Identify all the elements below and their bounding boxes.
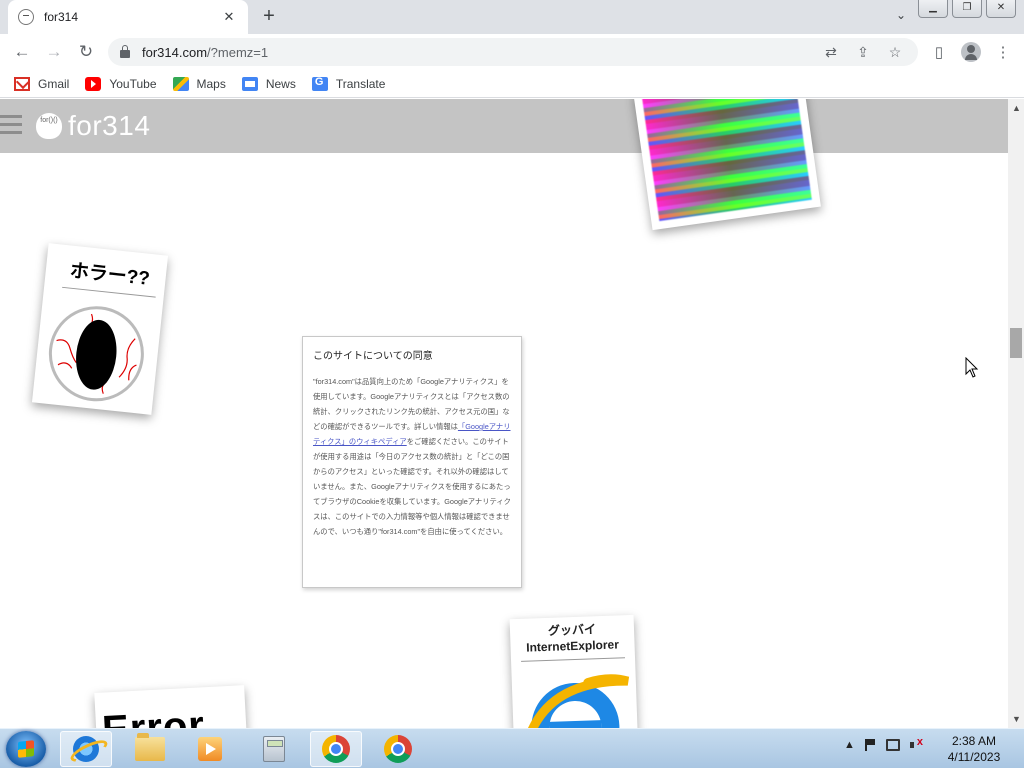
screen: for314 ✕ + ⌄ ▁ ❐ ✕ ← → ↻ for314.com/?mem… xyxy=(0,0,1024,768)
taskbar-file-explorer[interactable] xyxy=(124,731,176,767)
close-window-button[interactable]: ✕ xyxy=(986,0,1016,18)
goodbye-ie-card[interactable]: グッバイ InternetExplorer xyxy=(509,614,639,728)
bookmark-label: Translate xyxy=(335,76,386,91)
start-button[interactable] xyxy=(6,731,46,767)
hamburger-menu-icon[interactable] xyxy=(0,115,22,135)
taskbar-media-player[interactable] xyxy=(184,731,236,767)
scroll-down-arrow-icon[interactable]: ▼ xyxy=(1012,714,1021,724)
tab-strip: for314 ✕ + ⌄ ▁ ❐ ✕ xyxy=(0,0,1024,34)
taskbar-chrome-2[interactable] xyxy=(372,731,424,767)
consent-dialog: このサイトについての同意 "for314.com"は品質向上のため「Google… xyxy=(302,336,522,588)
taskbar-calculator[interactable] xyxy=(248,731,300,767)
browser-toolbar: ← → ↻ for314.com/?memz=1 ⇄ ⇪ ☆ ▯ ⋮ xyxy=(0,34,1024,70)
bookmarks-bar: Gmail YouTube Maps News Translate xyxy=(0,70,1024,98)
system-tray: ▲ xyxy=(844,736,924,751)
lock-icon[interactable] xyxy=(120,45,130,58)
rainbow-glitch-image xyxy=(642,99,812,222)
minimize-button[interactable]: ▁ xyxy=(918,0,948,18)
restore-button[interactable]: ❐ xyxy=(952,0,982,18)
translate-icon xyxy=(311,76,328,91)
url-host: for314.com xyxy=(142,44,208,60)
site-header: for()() for314 xyxy=(0,99,1008,153)
consent-text-after-link: をご確認ください。このサイトが使用する用途は「今日のアクセス数の統計」と「どこの… xyxy=(313,437,511,536)
profile-button[interactable] xyxy=(960,38,982,66)
url-text[interactable]: for314.com/?memz=1 xyxy=(142,45,268,60)
bookmark-maps[interactable]: Maps xyxy=(172,76,226,91)
internet-explorer-icon xyxy=(73,736,99,762)
taskbar-internet-explorer[interactable] xyxy=(60,731,112,767)
chrome-icon xyxy=(322,735,350,763)
youtube-icon xyxy=(85,76,102,91)
new-tab-button[interactable]: + xyxy=(258,6,280,28)
address-bar[interactable]: for314.com/?memz=1 ⇄ ⇪ ☆ xyxy=(108,38,918,66)
consent-body: "for314.com"は品質向上のため「Googleアナリティクス」を使用して… xyxy=(313,374,511,539)
clock-time: 2:38 AM xyxy=(951,734,997,748)
window-controls: ▁ ❐ ✕ xyxy=(918,0,1016,18)
taskbar-clock[interactable]: 2:38 AM 4/11/2023 xyxy=(944,733,1004,765)
tab-search-chevron-down-icon[interactable]: ⌄ xyxy=(896,8,906,22)
forward-button[interactable]: → xyxy=(38,36,70,68)
bookmark-youtube[interactable]: YouTube xyxy=(85,76,157,91)
bookmark-gmail[interactable]: Gmail xyxy=(14,76,70,91)
toolbar-right: ▯ ⋮ xyxy=(928,38,1014,66)
eyeball-icon xyxy=(48,306,144,402)
menu-icon[interactable]: ⋮ xyxy=(992,38,1014,66)
error-card[interactable]: Error xyxy=(94,685,248,728)
bookmark-label: News xyxy=(265,76,296,91)
omnibox-actions: ⇄ ⇪ ☆ xyxy=(822,43,904,61)
error-card-title: Error xyxy=(101,703,207,728)
bookmark-label: YouTube xyxy=(109,76,157,91)
card-divider xyxy=(521,657,626,662)
url-path: /?memz=1 xyxy=(207,44,269,60)
translate-icon[interactable]: ⇄ xyxy=(822,43,840,61)
bookmark-star-icon[interactable]: ☆ xyxy=(886,43,904,61)
volume-muted-icon[interactable] xyxy=(909,736,924,751)
mouse-cursor-icon xyxy=(965,357,979,378)
media-player-icon xyxy=(198,737,222,761)
share-icon[interactable]: ⇪ xyxy=(854,43,872,61)
ie-card-title-line2: InternetExplorer xyxy=(525,637,620,655)
tab-for314[interactable]: for314 ✕ xyxy=(8,0,248,34)
tab-title: for314 xyxy=(44,10,79,24)
profile-icon xyxy=(961,42,981,62)
site-favicon-icon xyxy=(18,9,34,25)
gmail-icon xyxy=(14,76,30,91)
windows-taskbar: ▲ 2:38 AM 4/11/2023 xyxy=(0,728,1024,768)
bookmark-translate[interactable]: Translate xyxy=(311,76,386,91)
bookmark-label: Maps xyxy=(196,76,226,91)
tab-close-icon[interactable]: ✕ xyxy=(220,9,238,25)
site-logo-icon[interactable]: for()() xyxy=(36,113,62,139)
rainbow-glitch-card[interactable] xyxy=(633,99,821,231)
horror-card-title: ホラー?? xyxy=(68,260,151,290)
page-viewport: for()() for314 ホラー?? このサイトについての同意 "for31… xyxy=(0,99,1008,728)
show-hidden-icons-arrow[interactable]: ▲ xyxy=(844,739,855,751)
consent-title: このサイトについての同意 xyxy=(313,351,433,362)
news-icon xyxy=(241,76,258,91)
page-scrollbar[interactable]: ▲ ▼ xyxy=(1008,99,1024,728)
side-panel-icon[interactable]: ▯ xyxy=(928,38,950,66)
clock-date: 4/11/2023 xyxy=(947,750,1001,764)
internet-explorer-icon xyxy=(523,674,630,728)
file-explorer-icon xyxy=(135,733,165,761)
scrollbar-thumb[interactable] xyxy=(1010,328,1022,358)
scroll-up-arrow-icon[interactable]: ▲ xyxy=(1012,103,1021,113)
bookmark-label: Gmail xyxy=(38,76,70,91)
network-icon[interactable] xyxy=(885,739,900,751)
horror-card[interactable]: ホラー?? xyxy=(31,243,169,415)
action-center-flag-icon[interactable] xyxy=(864,739,876,751)
maps-icon xyxy=(172,76,189,91)
taskbar-chrome-1[interactable] xyxy=(310,731,362,767)
chrome-icon xyxy=(384,735,412,763)
calculator-icon xyxy=(263,736,285,762)
site-logo-text[interactable]: for314 xyxy=(68,110,150,142)
back-button[interactable]: ← xyxy=(6,36,38,68)
bookmark-news[interactable]: News xyxy=(241,76,296,91)
reload-button[interactable]: ↻ xyxy=(70,36,102,68)
